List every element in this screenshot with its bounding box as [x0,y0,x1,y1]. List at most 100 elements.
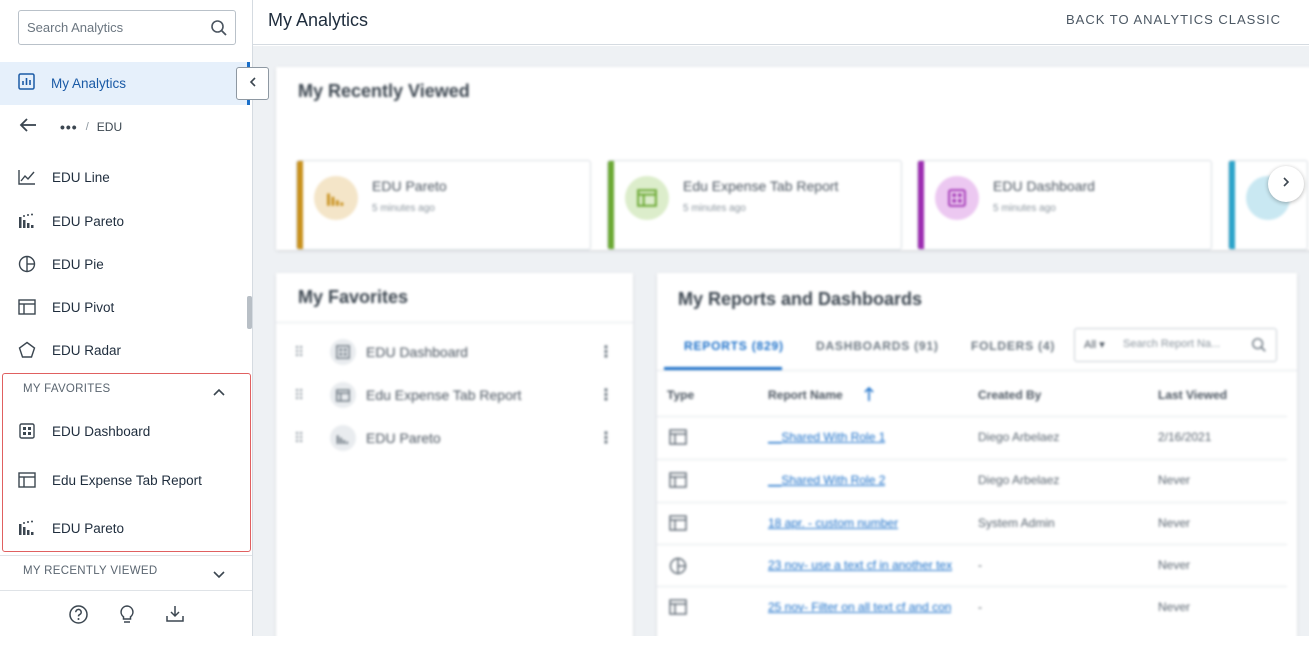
breadcrumb-more[interactable]: ••• [60,119,78,135]
recently-viewed-section-title[interactable]: MY RECENTLY VIEWED [23,565,157,577]
download-icon[interactable] [165,604,185,629]
favorites-card: My Favorites ⠿ EDU Dashboard ⋮ ⠿ Edu Exp… [276,273,633,636]
filter-select[interactable]: All ▾ [1084,338,1105,351]
sidebar-item-my-analytics[interactable]: My Analytics [0,62,250,105]
recent-item-time: 5 minutes ago [372,203,435,214]
chevron-up-icon[interactable] [212,384,226,402]
search-icon[interactable] [1251,337,1267,358]
sidebar-item-edu-line[interactable]: EDU Line [0,157,245,197]
favorite-item-edu-pareto[interactable]: EDU Pareto [0,508,245,548]
tab-folders[interactable]: FOLDERS (4) [971,339,1055,353]
favorite-row-edu-expense-tab-report[interactable]: ⠿ Edu Expense Tab Report ⋮ [294,380,624,410]
last-viewed: Never [1158,600,1191,614]
search-icon[interactable] [210,19,228,42]
sidebar-item-edu-pareto[interactable]: EDU Pareto [0,201,245,241]
created-by: Diego Arbelaez [978,473,1060,487]
report-name-link[interactable]: 18 apr. - custom number [768,516,898,530]
recent-item-accent [918,161,924,249]
more-options-icon[interactable]: ⋮ [598,385,614,405]
recent-item-edu-pareto[interactable]: EDU Pareto 5 minutes ago [296,160,591,250]
recent-item-accent [297,161,303,249]
column-header-created-by[interactable]: Created By [978,388,1041,402]
breadcrumb-current: EDU [96,120,123,134]
recent-item-time: 5 minutes ago [683,203,746,214]
last-viewed: Never [1158,473,1191,487]
favorites-section-title[interactable]: MY FAVORITES [23,383,111,395]
recent-item-edu-dashboard[interactable]: EDU Dashboard 5 minutes ago [917,160,1212,250]
divider [0,555,252,556]
sidebar-item-edu-pie[interactable]: EDU Pie [0,244,245,284]
report-search-box[interactable]: All ▾ Search Report Na... [1074,328,1277,362]
sidebar-item-label: EDU Pareto [52,213,125,229]
lightbulb-icon[interactable] [117,604,137,630]
favorite-item-label: EDU Pareto [52,520,125,536]
column-header-report-name[interactable]: Report Name [768,388,843,402]
sidebar-scrollbar[interactable] [247,296,252,329]
recent-item-name: Edu Expense Tab Report [683,178,839,194]
last-viewed: 2/16/2021 [1158,430,1212,444]
sidebar-item-label: EDU Radar [52,342,122,358]
chevron-down-icon[interactable] [212,567,226,585]
divider [276,322,633,323]
sidebar-item-edu-pivot[interactable]: EDU Pivot [0,287,245,327]
help-icon[interactable] [68,604,89,630]
search-box[interactable] [18,10,236,45]
table-report-icon [18,471,36,489]
table-report-icon [330,382,356,408]
collapse-sidebar-button[interactable] [236,67,269,100]
favorite-name: EDU Pareto [366,430,441,446]
report-search-input[interactable]: Search Report Na... [1123,338,1220,350]
back-to-classic-link[interactable]: BACK TO ANALYTICS CLASSIC [1066,12,1281,27]
favorite-item-edu-dashboard[interactable]: EDU Dashboard [0,411,245,451]
filter-value: All [1084,339,1097,351]
recent-item-edu-expense-tab-report[interactable]: Edu Expense Tab Report 5 minutes ago [607,160,902,250]
sidebar-item-label: EDU Pie [52,256,104,272]
column-header-type[interactable]: Type [667,388,694,402]
pivot-table-icon [18,298,36,316]
table-report-icon [669,429,687,450]
favorite-name: EDU Dashboard [366,344,468,360]
sidebar-item-edu-radar[interactable]: EDU Radar [0,330,245,370]
table-report-icon [669,472,687,493]
table-row[interactable]: 23 nov- use a text cf in another tex - N… [657,544,1287,586]
drag-handle-icon[interactable]: ⠿ [294,387,304,404]
recent-item-name: EDU Pareto [372,178,447,194]
report-name-link[interactable]: 25 nov- Filter on all text cf and con [768,600,951,614]
favorite-row-edu-dashboard[interactable]: ⠿ EDU Dashboard ⋮ [294,337,624,367]
pareto-chart-icon [18,519,36,537]
dashboard-icon [935,176,979,220]
sidebar-item-label: EDU Line [52,169,110,185]
drag-handle-icon[interactable]: ⠿ [294,344,304,361]
search-input[interactable] [19,11,199,44]
report-name-link[interactable]: __Shared With Role 1 [768,430,885,444]
top-bar: My Analytics BACK TO ANALYTICS CLASSIC [253,0,1309,45]
sort-ascending-icon[interactable] [864,386,874,407]
column-header-last-viewed[interactable]: Last Viewed [1158,388,1227,402]
table-row[interactable]: 18 apr. - custom number System Admin Nev… [657,502,1287,544]
favorite-item-label: EDU Dashboard [52,423,151,439]
drag-handle-icon[interactable]: ⠿ [294,430,304,447]
report-name-link[interactable]: 23 nov- use a text cf in another tex [768,558,952,572]
blurred-content: My Recently Viewed EDU Pareto 5 minutes … [253,46,1309,636]
favorite-name: Edu Expense Tab Report [366,387,522,403]
divider [657,370,1297,371]
more-options-icon[interactable]: ⋮ [598,342,614,362]
report-name-link[interactable]: __Shared With Role 2 [768,473,885,487]
table-row[interactable]: __Shared With Role 2 Diego Arbelaez Neve… [657,459,1287,501]
favorite-item-edu-expense-tab-report[interactable]: Edu Expense Tab Report [0,460,245,500]
favorite-row-edu-pareto[interactable]: ⠿ EDU Pareto ⋮ [294,423,624,453]
carousel-next-button[interactable] [1268,166,1304,202]
recent-item-time: 5 minutes ago [993,203,1056,214]
created-by: Diego Arbelaez [978,430,1060,444]
back-arrow-icon[interactable] [18,117,38,138]
radar-chart-icon [18,341,36,359]
sidebar-footer [0,600,252,630]
favorites-title: My Favorites [298,287,409,307]
line-chart-icon [18,168,36,186]
more-options-icon[interactable]: ⋮ [598,428,614,448]
pareto-chart-icon [330,425,356,451]
table-row[interactable]: __Shared With Role 1 Diego Arbelaez 2/16… [657,416,1287,458]
tab-dashboards[interactable]: DASHBOARDS (91) [816,339,939,353]
tab-reports[interactable]: REPORTS (829) [684,339,784,353]
table-row[interactable]: 25 nov- Filter on all text cf and con - … [657,586,1287,628]
